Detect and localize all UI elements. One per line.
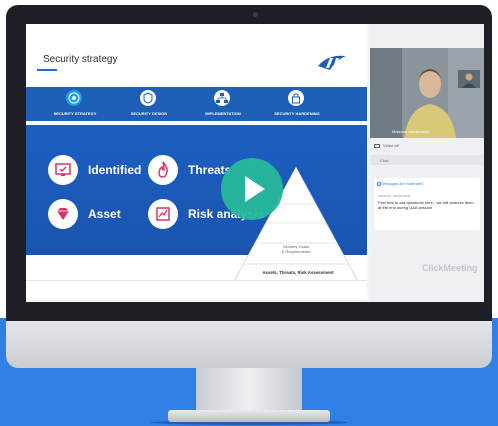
presenter-figure-icon bbox=[370, 48, 484, 138]
presentation-slide: Security strategy SECURITY STRATEGY SECU… bbox=[26, 24, 367, 300]
shield-icon bbox=[140, 90, 156, 106]
nav-label: IMPLEMENTATION bbox=[205, 111, 241, 116]
monitor: Security strategy SECURITY STRATEGY SECU… bbox=[6, 5, 492, 368]
monitor-chin bbox=[6, 321, 492, 368]
nav-label: SECURITY DESIGN bbox=[130, 111, 168, 116]
slide-title: Security strategy bbox=[43, 54, 118, 65]
camera-toggle[interactable]: Video off bbox=[374, 143, 399, 151]
diamond-icon bbox=[48, 199, 78, 229]
feature-label: Identified bbox=[88, 163, 142, 177]
slide-footer bbox=[26, 280, 367, 300]
slide-header: Security strategy bbox=[26, 24, 367, 82]
slide-nav-security-design: SECURITY DESIGN bbox=[114, 87, 184, 121]
slide-nav-security-strategy: SECURITY STRATEGY bbox=[40, 87, 110, 121]
nav-label: SECURITY STRATEGY bbox=[53, 111, 97, 116]
screen: Security strategy SECURITY STRATEGY SECU… bbox=[26, 24, 484, 302]
slide-nav-security-hardening: SECURITY HARDENING bbox=[262, 87, 332, 121]
company-logo-icon bbox=[318, 55, 346, 70]
monitor-check-icon bbox=[48, 155, 78, 185]
chat-moderation-note: Messages are moderated bbox=[382, 182, 423, 186]
webcam-dot bbox=[253, 12, 258, 17]
chat-header[interactable]: Chat bbox=[370, 155, 484, 165]
self-view-figure-icon bbox=[458, 70, 480, 88]
nav-label: SECURITY HARDENING bbox=[274, 111, 320, 116]
camera-label: Video off bbox=[383, 143, 399, 148]
pyramid-level-goals: Security Goals & Requirements bbox=[281, 244, 311, 254]
risk-chart-icon bbox=[148, 199, 178, 229]
side-panel: Mateusz Jakubowski Video off Chat Messag… bbox=[370, 24, 484, 302]
slide-nav-implementation: IMPLEMENTATION bbox=[188, 87, 258, 121]
brand-watermark: ClickMeeting bbox=[422, 263, 478, 273]
chat-header-label: Chat bbox=[380, 158, 389, 163]
slide-nav-band: SECURITY STRATEGY SECURITY DESIGN IMPLEM… bbox=[26, 87, 367, 121]
chat-sender: Mateusz Jakubowski bbox=[378, 194, 411, 198]
target-icon bbox=[66, 90, 82, 106]
monitor-stand-foot bbox=[168, 410, 330, 422]
play-icon bbox=[245, 176, 265, 202]
presenter-video: Mateusz Jakubowski bbox=[370, 48, 484, 138]
self-view-thumbnail[interactable] bbox=[458, 70, 480, 88]
network-icon bbox=[214, 90, 230, 106]
info-icon bbox=[377, 182, 381, 186]
monitor-stand-neck bbox=[196, 368, 302, 412]
feature-label: Asset bbox=[88, 207, 121, 221]
camera-icon bbox=[374, 143, 380, 148]
pyramid-level-assets: Assets, Threats, Risk Assessment bbox=[262, 270, 334, 275]
chat-message-text: Feel free to ask questions here - we wil… bbox=[378, 200, 474, 210]
fire-icon bbox=[148, 155, 178, 185]
title-underline bbox=[37, 69, 57, 71]
chat-message-card: Messages are moderated Mateusz Jakubowsk… bbox=[374, 178, 480, 230]
presenter-name: Mateusz Jakubowski bbox=[392, 129, 429, 134]
lock-icon bbox=[288, 90, 304, 106]
play-button[interactable] bbox=[221, 158, 283, 220]
